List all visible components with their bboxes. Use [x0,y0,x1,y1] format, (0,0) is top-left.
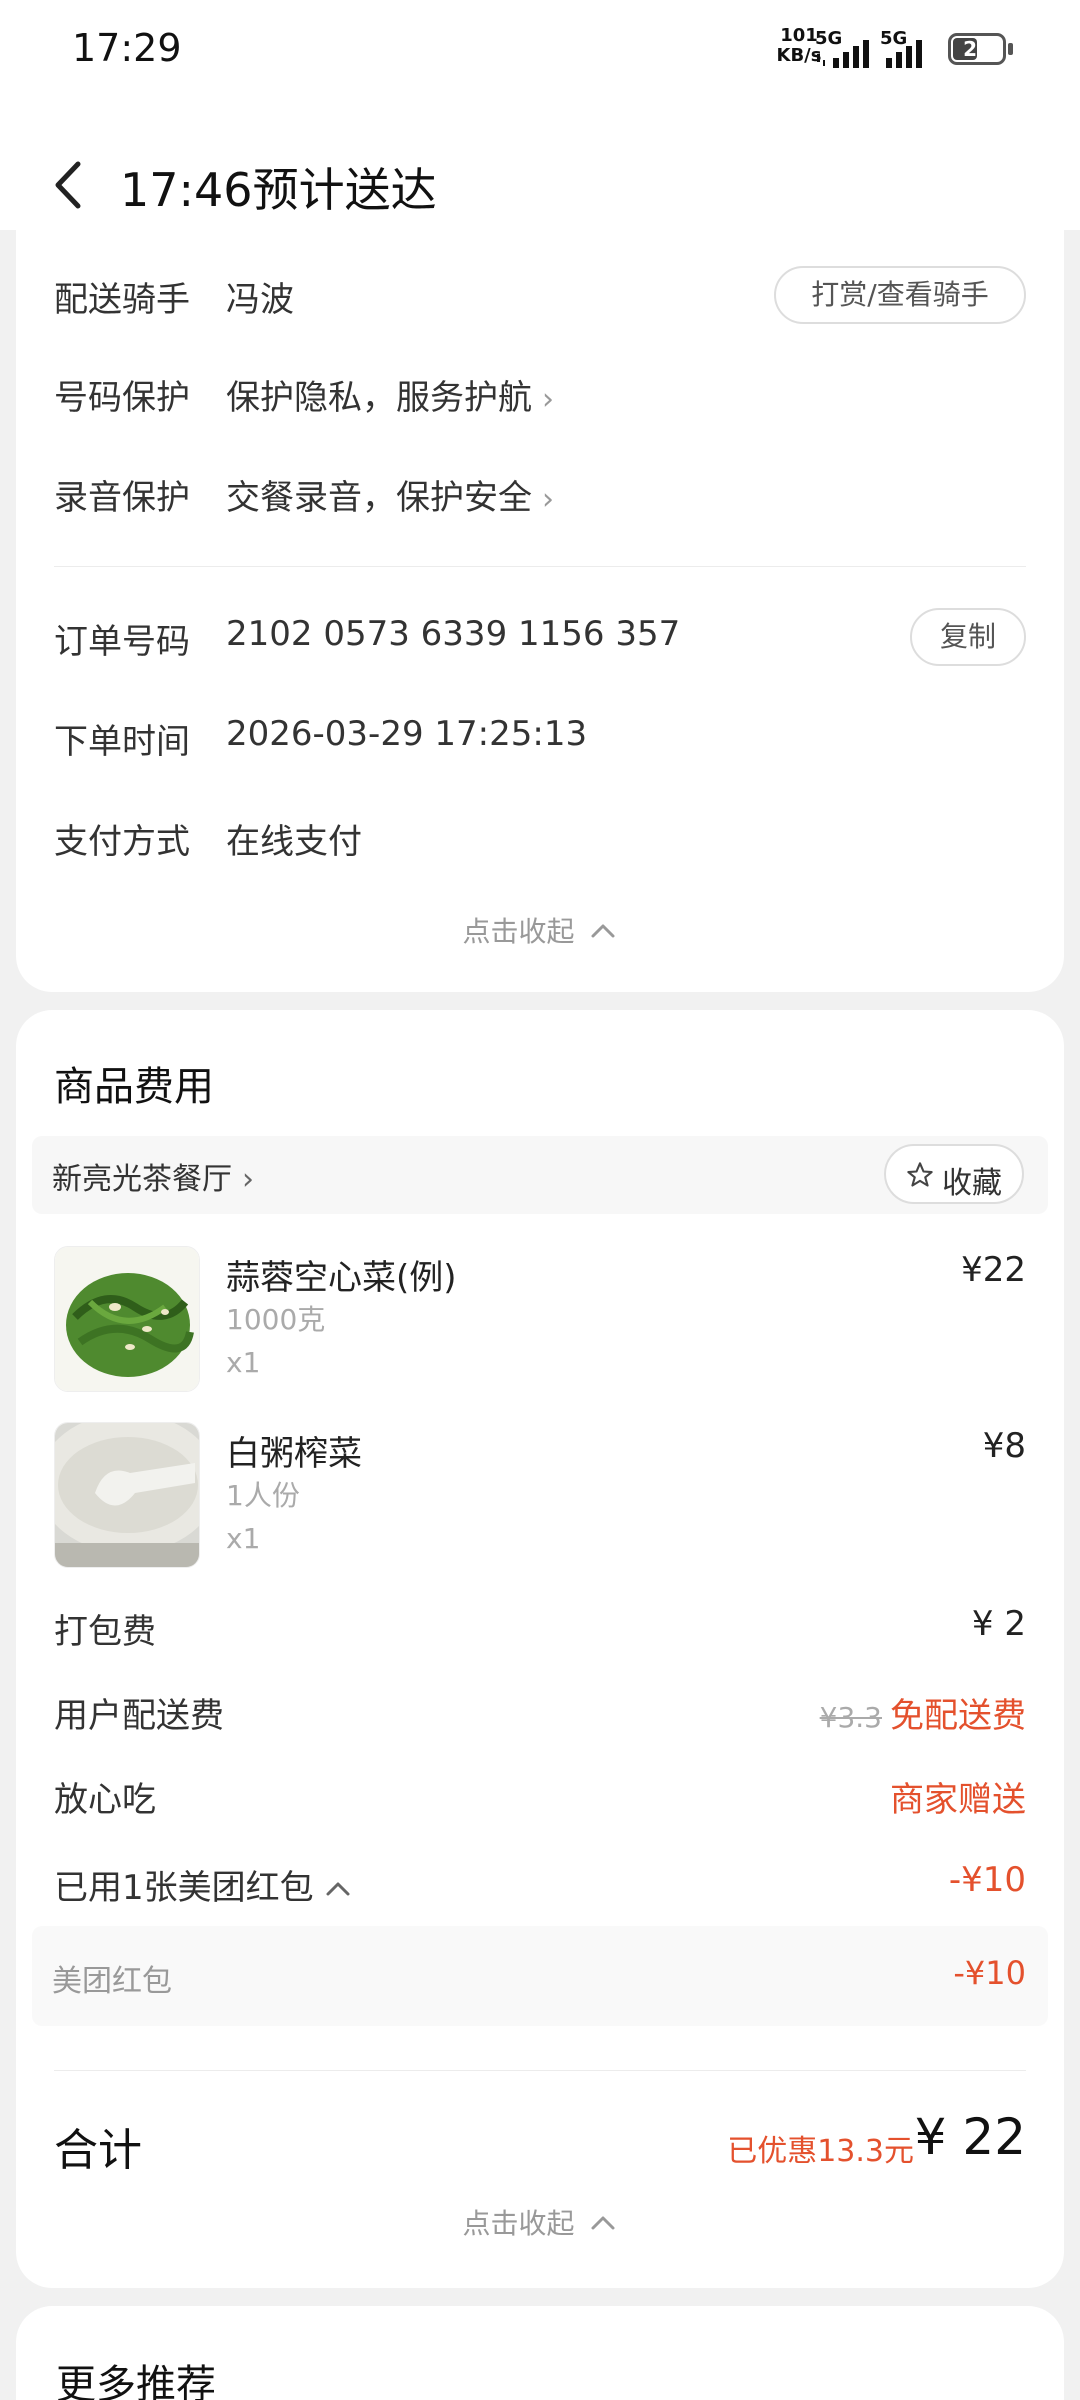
collapse-label: 点击收起 [462,2207,575,2240]
more-recommendations-card: 更多推荐 [16,2306,1064,2400]
product-fees-card: 商品费用 新亮光茶餐厅 › 收藏 蒜蓉空心菜(例) 1000克 x1 ¥22 白… [16,1010,1064,2288]
phone-protection-value: 保护隐私，服务护航 [226,378,532,418]
total-saved: 已优惠13.3元 [727,2134,914,2169]
star-icon [907,1162,933,1187]
delivery-fee-label: 用户配送费 [54,1696,224,1736]
signal-bars-icon [817,40,869,68]
shop-name: 新亮光茶餐厅 [52,1162,232,1197]
recording-protection-value: 交餐录音，保护安全 [226,478,532,518]
tip-rider-button[interactable]: 打赏/查看骑手 [774,266,1026,324]
battery-tip [1008,43,1013,55]
redpacket-detail-label: 美团红包 [52,1964,172,1999]
redpacket-detail: 美团红包 -¥10 [32,1926,1048,2026]
collapse-order-info-button[interactable]: 点击收起 [16,910,1064,950]
copy-order-button[interactable]: 复制 [910,608,1026,666]
collapse-label: 点击收起 [462,915,575,948]
recording-protection-link[interactable]: 交餐录音，保护安全 › [226,470,554,519]
more-recommendations-title: 更多推荐 [56,2362,216,2400]
item-spec: 1人份 [226,1479,300,1512]
payment-method-value: 在线支付 [226,822,362,862]
total-value: ¥ 22 [914,2108,1026,2166]
redpacket-value: -¥10 [948,1860,1026,1900]
item-image-congee[interactable] [54,1422,200,1568]
item-name: 白粥榨菜 [226,1434,362,1474]
battery-level: 22 [963,37,991,61]
order-number-value: 2102 0573 6339 1156 357 [226,614,681,654]
page-title: 17:46预计送达 [120,163,437,217]
chevron-right-icon: › [542,382,554,417]
rider-label: 配送骑手 [54,280,190,320]
app-header: 17:46预计送达 [0,100,1080,230]
item-image-water-spinach[interactable] [54,1246,200,1392]
packing-fee-label: 打包费 [54,1612,156,1652]
status-time: 17:29 [72,26,182,70]
payment-method-label: 支付方式 [54,822,190,862]
chevron-up-icon [326,1882,350,1896]
chevron-up-icon [591,2216,615,2230]
battery-icon: 22 [948,33,1006,65]
delivery-fee-value: 免配送费 [890,1696,1026,1736]
delivery-fee: ¥3.3 免配送费 [820,1688,1026,1737]
back-arrow-icon[interactable] [48,160,88,210]
item-name: 蒜蓉空心菜(例) [226,1258,457,1298]
chevron-up-icon [591,924,615,938]
rider-name: 冯波 [226,280,294,320]
order-time-label: 下单时间 [54,722,190,762]
signal-bars-icon [886,40,922,68]
order-time-value: 2026-03-29 17:25:13 [226,714,588,754]
product-fees-title: 商品费用 [54,1064,214,1110]
item-quantity: x1 [226,1522,261,1555]
chevron-right-icon: › [242,1162,254,1197]
item-quantity: x1 [226,1346,261,1379]
divider [54,566,1026,567]
recording-protection-label: 录音保护 [54,478,190,518]
shop-bar: 新亮光茶餐厅 › 收藏 [32,1136,1048,1214]
favorite-button[interactable]: 收藏 [884,1144,1024,1204]
item-spec: 1000克 [226,1303,326,1336]
delivery-fee-original: ¥3.3 [819,1701,882,1734]
total-label: 合计 [54,2125,142,2176]
divider [54,2070,1026,2071]
status-bar: 17:29 101 KB/s 5G 5G 22 [0,0,1080,100]
assurance-value: 商家赠送 [890,1780,1026,1820]
order-info-card: 配送骑手 冯波 打赏/查看骑手 号码保护 保护隐私，服务护航 › 录音保护 交餐录… [16,230,1064,992]
favorite-label: 收藏 [942,1166,1002,1201]
phone-protection-link[interactable]: 保护隐私，服务护航 › [226,370,554,419]
item-price: ¥8 [982,1426,1026,1466]
assurance-label: 放心吃 [54,1780,156,1820]
phone-protection-label: 号码保护 [54,378,190,418]
item-price: ¥22 [961,1250,1026,1290]
redpacket-toggle[interactable]: 已用1张美团红包 [54,1860,352,1909]
packing-fee-value: ¥ 2 [971,1604,1026,1644]
redpacket-label: 已用1张美团红包 [54,1868,314,1908]
order-number-label: 订单号码 [54,622,190,662]
chevron-right-icon: › [542,482,554,517]
collapse-fees-button[interactable]: 点击收起 [16,2202,1064,2242]
shop-name-link[interactable]: 新亮光茶餐厅 › [52,1154,254,1198]
redpacket-detail-value: -¥10 [953,1954,1026,1992]
